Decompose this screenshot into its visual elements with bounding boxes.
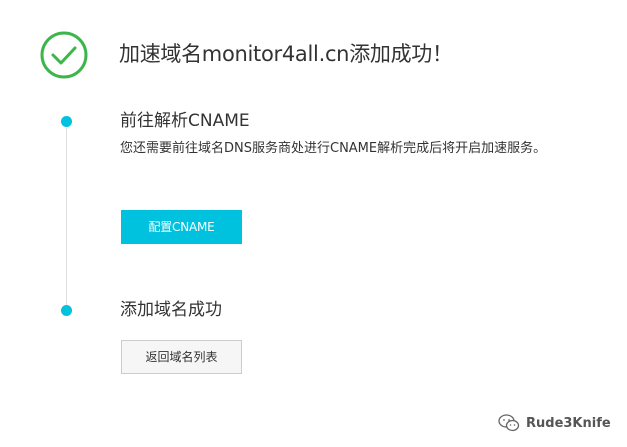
- wechat-icon: [498, 414, 520, 432]
- watermark: Rude3Knife: [498, 412, 611, 434]
- check-circle-icon: [40, 31, 88, 79]
- configure-cname-button[interactable]: 配置CNAME: [121, 210, 242, 244]
- step-dot: [61, 305, 72, 316]
- step-title: 前往解析CNAME: [120, 111, 250, 131]
- step-description: 您还需要前往域名DNS服务商处进行CNAME解析完成后将开启加速服务。: [120, 141, 547, 156]
- step-dot: [61, 116, 72, 127]
- back-to-domain-list-button[interactable]: 返回域名列表: [121, 340, 242, 374]
- watermark-text: Rude3Knife: [526, 415, 611, 431]
- page-title: 加速域名monitor4all.cn添加成功！: [119, 42, 453, 66]
- step-title: 添加域名成功: [120, 300, 222, 320]
- timeline-line: [66, 128, 67, 314]
